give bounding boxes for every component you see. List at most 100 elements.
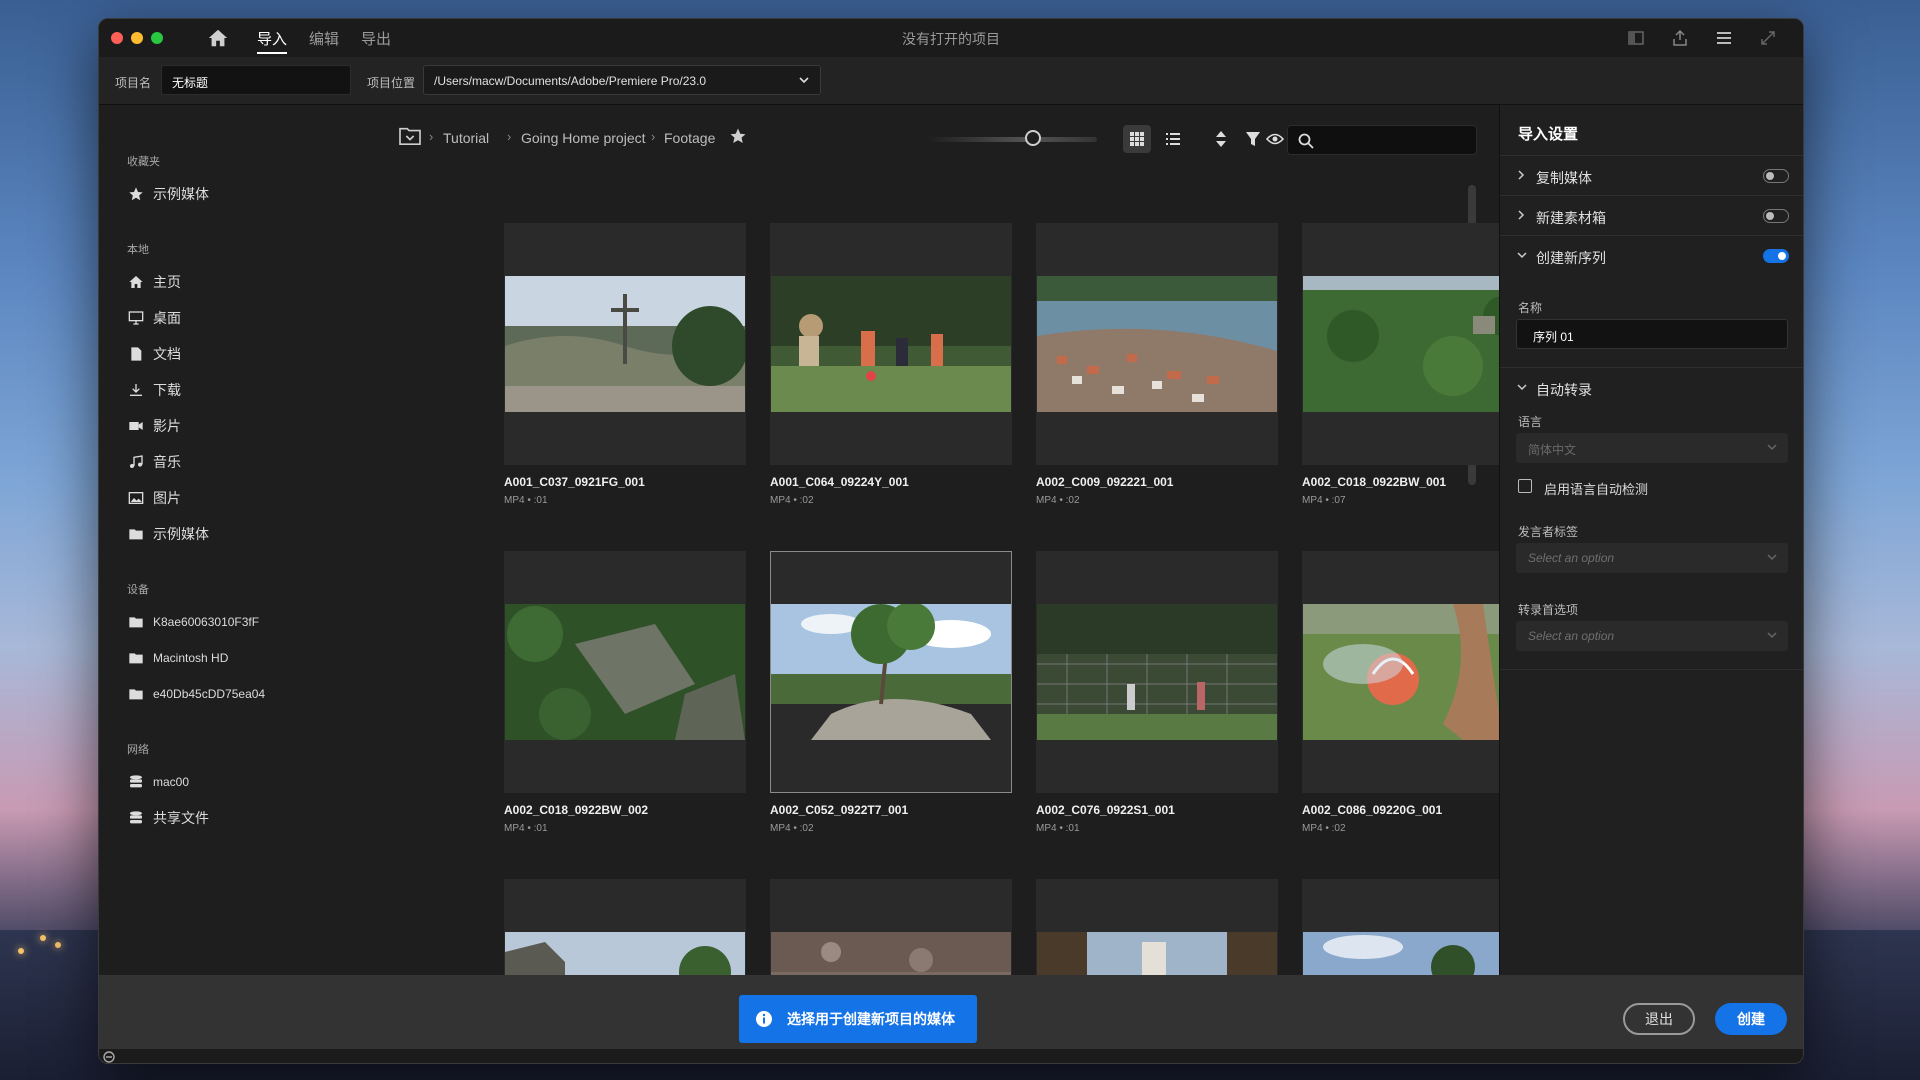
sidebar-item-music[interactable]: 音乐	[127, 451, 181, 473]
copy-media-toggle[interactable]	[1763, 169, 1789, 183]
new-sequence-toggle[interactable]	[1763, 249, 1789, 263]
list-view-button[interactable]	[1159, 125, 1187, 153]
search-icon	[1298, 133, 1314, 149]
workspace-icon[interactable]	[1627, 29, 1645, 47]
breadcrumb-separator: ›	[651, 129, 656, 144]
import-settings-panel: 导入设置 复制媒体 新建素材箱 创建新序列 名称 序列 01 自动转录 语言 简…	[1499, 105, 1803, 975]
media-file-name: A002_C052_0922T7_001	[770, 803, 909, 817]
auto-detect-checkbox[interactable]	[1518, 479, 1532, 493]
breadcrumb-footage[interactable]: Footage	[664, 130, 715, 146]
language-value: 简体中文	[1528, 443, 1577, 457]
media-item[interactable]	[1036, 879, 1278, 975]
sidebar-item-label: 音乐	[153, 454, 181, 470]
media-thumbnail-card[interactable]	[504, 551, 746, 793]
sidebar-item-device-1[interactable]: K8ae60063010F3fF	[127, 611, 259, 633]
list-icon	[1166, 133, 1180, 145]
sidebar-item-home[interactable]: 主页	[127, 271, 181, 293]
project-location-select[interactable]: /Users/macw/Documents/Adobe/Premiere Pro…	[423, 65, 821, 95]
grid-view-button[interactable]	[1123, 125, 1151, 153]
project-name-input[interactable]: 无标题	[161, 65, 351, 95]
media-thumbnail-card[interactable]	[1036, 551, 1278, 793]
auto-transcribe-row[interactable]: 自动转录	[1500, 367, 1803, 407]
sidebar-item-desktop[interactable]: 桌面	[127, 307, 181, 329]
media-item[interactable]	[770, 879, 1012, 975]
media-thumbnail-card[interactable]	[770, 879, 1012, 975]
sidebar-item-documents[interactable]: 文档	[127, 343, 181, 365]
folder-icon	[127, 525, 145, 543]
visibility-button[interactable]	[1261, 125, 1289, 153]
sidebar-item-device-3[interactable]: e40Db45cDD75ea04	[127, 683, 265, 705]
media-item[interactable]: A002_C018_0922BW_002 MP4 • :01	[504, 551, 746, 834]
sidebar-item-shared-files[interactable]: 共享文件	[127, 807, 209, 829]
auto-transcribe-label: 自动转录	[1536, 382, 1592, 398]
sidebar-item-label: 共享文件	[153, 810, 209, 826]
sidebar-item-label: 示例媒体	[153, 186, 209, 202]
media-item[interactable]	[504, 879, 746, 975]
folder-up-icon[interactable]	[399, 126, 421, 151]
folder-icon	[127, 649, 145, 667]
share-icon[interactable]	[1671, 29, 1689, 47]
chevron-down-icon	[1766, 629, 1778, 644]
chevron-down-icon	[1516, 380, 1528, 394]
folder-icon	[127, 685, 145, 703]
sequence-name-input[interactable]: 序列 01	[1516, 319, 1788, 349]
media-item[interactable]: A002_C052_0922T7_001 MP4 • :02	[770, 551, 1012, 834]
breadcrumb-separator: ›	[507, 129, 512, 144]
window-title: 没有打开的项目	[902, 31, 1000, 47]
thumbnail-size-slider[interactable]	[927, 137, 1097, 142]
language-select[interactable]: 简体中文	[1516, 433, 1788, 463]
image-icon	[127, 489, 145, 507]
status-icon[interactable]	[103, 1051, 115, 1063]
menu-icon[interactable]	[1715, 29, 1733, 47]
copy-media-label: 复制媒体	[1536, 170, 1592, 186]
exit-button[interactable]: 退出	[1623, 1003, 1695, 1035]
sidebar-item-label: mac00	[153, 775, 190, 789]
sidebar-item-sample-media-favorite[interactable]: 示例媒体	[127, 183, 209, 205]
sidebar-item-sample-media[interactable]: 示例媒体	[127, 523, 209, 545]
chevron-down-icon	[1766, 551, 1778, 566]
sidebar-item-pictures[interactable]: 图片	[127, 487, 181, 509]
media-file-name: A002_C076_0922S1_001	[1036, 803, 1175, 817]
speaker-select[interactable]: Select an option	[1516, 543, 1788, 573]
sidebar-section-local: 本地	[127, 244, 149, 256]
sidebar-section-network: 网络	[127, 744, 149, 756]
media-thumbnail-card[interactable]	[770, 551, 1012, 793]
breadcrumb-tutorial[interactable]: Tutorial	[443, 130, 489, 146]
media-thumbnail-card[interactable]	[770, 223, 1012, 465]
media-item[interactable]: A002_C009_092221_001 MP4 • :02	[1036, 223, 1278, 506]
chevron-right-icon	[1516, 208, 1528, 222]
sidebar-item-movies[interactable]: 影片	[127, 415, 181, 437]
create-button[interactable]: 创建	[1715, 1003, 1787, 1035]
sequence-name-label: 名称	[1518, 301, 1543, 315]
media-thumbnail-card[interactable]	[504, 879, 746, 975]
media-item[interactable]: A001_C064_09224Y_001 MP4 • :02	[770, 223, 1012, 506]
media-thumbnail-card[interactable]	[504, 223, 746, 465]
new-sequence-label: 创建新序列	[1536, 250, 1606, 266]
media-item[interactable]: A002_C076_0922S1_001 MP4 • :01	[1036, 551, 1278, 834]
media-thumbnail-card[interactable]	[1036, 223, 1278, 465]
eye-icon	[1266, 133, 1284, 145]
new-bin-toggle[interactable]	[1763, 209, 1789, 223]
fullscreen-icon[interactable]	[1759, 29, 1777, 47]
media-item[interactable]: A001_C037_0921FG_001 MP4 • :01	[504, 223, 746, 506]
thumbnail-size-slider-handle[interactable]	[1025, 130, 1041, 146]
sidebar-item-macintosh-hd[interactable]: Macintosh HD	[127, 647, 228, 669]
chevron-down-icon	[798, 74, 810, 89]
sort-button[interactable]	[1207, 125, 1235, 153]
sort-icon	[1216, 131, 1226, 147]
chevron-down-icon	[1766, 441, 1778, 456]
transcribe-pref-select[interactable]: Select an option	[1516, 621, 1788, 651]
new-sequence-row[interactable]: 创建新序列	[1500, 235, 1803, 275]
breadcrumb-going-home[interactable]: Going Home project	[521, 130, 646, 146]
filter-icon	[1246, 132, 1260, 146]
copy-media-row[interactable]: 复制媒体	[1500, 155, 1803, 195]
search-input[interactable]	[1287, 125, 1477, 155]
sidebar-item-mac00[interactable]: mac00	[127, 771, 189, 793]
browser-toolbar: › Tutorial › Going Home project › Footag…	[379, 105, 1499, 167]
video-icon	[127, 417, 145, 435]
sidebar-item-downloads[interactable]: 下载	[127, 379, 181, 401]
new-bin-row[interactable]: 新建素材箱	[1500, 195, 1803, 235]
star-icon[interactable]	[729, 127, 747, 150]
sidebar-item-label: 下载	[153, 382, 181, 398]
media-thumbnail-card[interactable]	[1036, 879, 1278, 975]
